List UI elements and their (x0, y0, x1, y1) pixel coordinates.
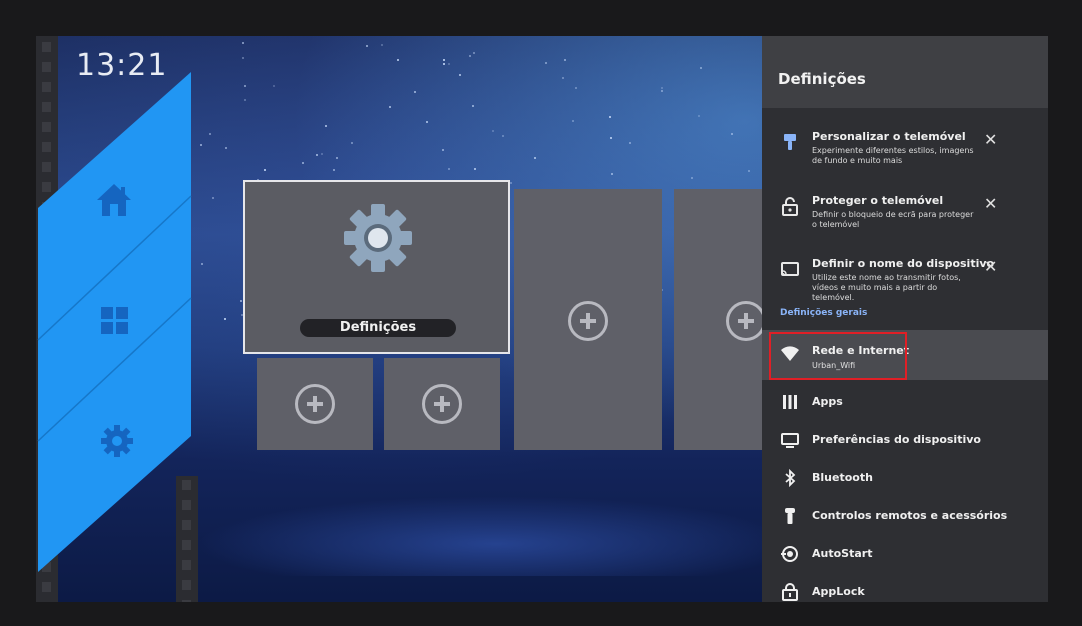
star (458, 73, 461, 76)
plus-circle-icon (295, 384, 335, 424)
remote-icon (785, 508, 795, 524)
remotes-accessories-label: Controlos remotos e acessórios (812, 509, 1008, 522)
star (608, 116, 611, 118)
film-strip-decoration-right (176, 476, 198, 602)
star (747, 169, 750, 172)
remotes-accessories-item[interactable]: Controlos remotos e acessórios (762, 498, 1048, 534)
dismiss-icon[interactable]: ✕ (984, 257, 997, 276)
autostart-icon (781, 546, 798, 562)
empty-app-slot[interactable] (257, 358, 373, 450)
apps-item-label: Apps (812, 395, 843, 408)
star (575, 86, 578, 89)
plus-circle-icon (726, 301, 766, 341)
suggestion-description: Utilize este nome ao transmitir fotos, v… (812, 273, 961, 302)
autostart-item[interactable]: AutoStart (762, 536, 1048, 572)
film-hole (182, 580, 191, 590)
general-settings-section-label: Definições gerais (780, 308, 868, 318)
apps-icon (783, 395, 797, 409)
suggestion-protect[interactable]: Proteger o telemóvel Definir o bloqueio … (762, 182, 1048, 244)
settings-panel-title: Definições (778, 70, 866, 88)
empty-app-slot[interactable] (514, 189, 662, 450)
device-preferences-item[interactable]: Preferências do dispositivo (762, 422, 1048, 458)
star (332, 168, 335, 171)
star (509, 182, 512, 185)
star (321, 153, 323, 155)
film-hole (182, 560, 191, 570)
film-hole (182, 500, 191, 510)
suggestion-title: Personalizar o telemóvel (812, 130, 966, 143)
star (628, 141, 631, 144)
star (660, 89, 663, 92)
star (243, 84, 246, 87)
empty-app-slot[interactable] (384, 358, 500, 450)
clock: 13:21 (76, 48, 168, 83)
plus-circle-icon (422, 384, 462, 424)
star (301, 161, 304, 164)
star (533, 156, 536, 159)
star (443, 62, 446, 65)
dismiss-icon[interactable]: ✕ (984, 130, 997, 149)
apps-grid-icon[interactable] (96, 302, 136, 342)
star (324, 124, 327, 127)
bluetooth-item[interactable]: Bluetooth (762, 460, 1048, 496)
film-hole (182, 480, 191, 490)
empty-app-slot[interactable] (674, 189, 774, 450)
left-nav-panel (36, 36, 236, 602)
paintbrush-icon (784, 134, 796, 150)
suggestion-description: Definir o bloqueio de ecrã para proteger… (812, 210, 974, 229)
plus-circle-icon (568, 301, 608, 341)
star (561, 76, 564, 79)
star (239, 299, 242, 302)
suggestion-personalize[interactable]: Personalizar o telemóvel Experimente dif… (762, 118, 1048, 180)
settings-app-tile[interactable]: Definições (243, 180, 510, 354)
tv-screen: 13:21 Definições Definições Personalizar… (36, 36, 1048, 602)
star (471, 104, 474, 107)
star (473, 167, 476, 170)
bluetooth-label: Bluetooth (812, 471, 873, 484)
suggestion-title: Proteger o telemóvel (812, 194, 944, 207)
suggestion-device-name[interactable]: Definir o nome do dispositivo Utilize es… (762, 245, 1048, 307)
applock-label: AppLock (812, 585, 865, 598)
settings-panel: Definições Personalizar o telemóvel Expe… (762, 36, 1048, 602)
star (472, 51, 475, 54)
cast-icon (781, 262, 799, 276)
suggestion-title: Definir o nome do dispositivo (812, 257, 995, 270)
tv-icon (781, 433, 799, 448)
film-hole (182, 540, 191, 550)
star (661, 86, 664, 89)
wallpaper-horizon (196, 496, 796, 576)
film-hole (182, 600, 191, 602)
suggestion-description: Experimente diferentes estilos, imagens … (812, 146, 974, 165)
gear-icon[interactable] (98, 422, 138, 462)
device-preferences-label: Preferências do dispositivo (812, 433, 981, 446)
bluetooth-icon (785, 468, 796, 488)
gear-icon (344, 204, 412, 272)
home-icon[interactable] (94, 180, 134, 220)
apps-item[interactable]: Apps (762, 384, 1048, 420)
settings-panel-header: Definições (762, 36, 1048, 108)
star (389, 105, 392, 108)
settings-tile-label: Definições (300, 319, 456, 337)
star (413, 91, 416, 94)
star (350, 141, 353, 144)
applock-item[interactable]: AppLock (762, 574, 1048, 602)
lock-icon (782, 197, 798, 216)
dismiss-icon[interactable]: ✕ (984, 194, 997, 213)
star (442, 58, 445, 61)
highlight-annotation-box (769, 332, 907, 380)
film-hole (182, 520, 191, 530)
nav-background-shape (37, 72, 192, 572)
autostart-label: AutoStart (812, 547, 873, 560)
applock-icon (782, 583, 798, 601)
